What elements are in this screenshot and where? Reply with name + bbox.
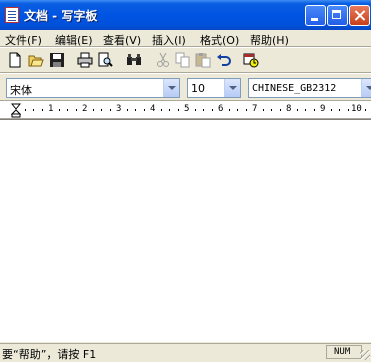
font-name-combo[interactable]: 宋体 [6, 78, 180, 98]
ruler-number: 4 [150, 104, 156, 114]
document-area[interactable] [0, 119, 371, 342]
print-preview-icon[interactable] [96, 51, 114, 69]
toolbar [0, 48, 371, 72]
cut-icon[interactable] [154, 51, 172, 69]
status-bar: 要“帮助”，请按 F1 NUM [0, 343, 371, 361]
print-icon[interactable] [76, 51, 94, 69]
ruler-number: 3 [116, 104, 122, 114]
ruler-tick [237, 109, 238, 111]
ruler-tick [364, 109, 366, 111]
ruler-number: 8 [286, 104, 292, 114]
ruler-tick [67, 109, 68, 111]
ruler-tick [305, 109, 306, 111]
open-folder-icon[interactable] [27, 51, 45, 69]
ruler-tick [58, 109, 60, 111]
ruler-tick [24, 109, 26, 111]
paste-icon[interactable] [194, 51, 212, 69]
ruler-tick [194, 109, 196, 111]
ruler[interactable]: 1 2 3 4 5 6 7 8 9 10 [0, 102, 371, 119]
minimize-button[interactable] [305, 5, 326, 26]
num-lock-panel: NUM [326, 345, 362, 359]
font-size-value: 10 [191, 82, 205, 95]
undo-icon[interactable] [215, 51, 233, 69]
ruler-tick [203, 109, 204, 111]
ruler-tick [75, 109, 77, 111]
ruler-tick [169, 109, 170, 111]
font-size-dropdown-icon[interactable] [224, 79, 240, 97]
ruler-tick [279, 109, 281, 111]
ruler-tick [262, 109, 264, 111]
ruler-tick [126, 109, 128, 111]
ruler-tick [271, 109, 272, 111]
font-name-value: 宋体 [10, 84, 32, 97]
find-icon[interactable] [125, 51, 143, 69]
ruler-number: 6 [218, 104, 224, 114]
indent-marker-icon[interactable] [11, 103, 21, 118]
ruler-tick [177, 109, 179, 111]
ruler-tick [41, 109, 43, 111]
ruler-tick [160, 109, 162, 111]
font-script-value: CHINESE_GB2312 [252, 83, 337, 94]
ruler-number: 1 [48, 104, 54, 114]
ruler-tick [211, 109, 213, 111]
ruler-number: 9 [320, 104, 326, 114]
num-lock-indicator: NUM [334, 347, 351, 357]
ruler-tick [92, 109, 94, 111]
ruler-number: 10 [351, 104, 362, 114]
menu-bar: 文件(F) 编辑(E) 查看(V) 插入(I) 格式(O) 帮助(H) [0, 30, 371, 47]
close-button[interactable] [349, 5, 370, 26]
ruler-number: 5 [184, 104, 190, 114]
save-icon[interactable] [48, 51, 66, 69]
format-bar: 宋体 10 CHINESE_GB2312 [0, 74, 371, 100]
resize-grip-icon[interactable] [360, 350, 370, 360]
ruler-tick [245, 109, 247, 111]
font-size-combo[interactable]: 10 [187, 78, 241, 98]
date-time-icon[interactable] [242, 51, 260, 69]
ruler-tick [228, 109, 230, 111]
ruler-tick [109, 109, 111, 111]
ruler-tick [33, 109, 34, 111]
ruler-tick [313, 109, 315, 111]
ruler-tick [347, 109, 349, 111]
font-name-dropdown-icon[interactable] [163, 79, 179, 97]
ruler-tick [339, 109, 340, 111]
ruler-tick [296, 109, 298, 111]
maximize-button[interactable] [327, 5, 348, 26]
font-script-dropdown-icon[interactable] [361, 79, 371, 97]
wordpad-icon[interactable] [5, 7, 19, 23]
copy-icon[interactable] [174, 51, 192, 69]
ruler-tick [135, 109, 136, 111]
ruler-tick [101, 109, 102, 111]
ruler-tick [143, 109, 145, 111]
window-title: 文档 - 写字板 [24, 9, 98, 23]
ruler-number: 7 [252, 104, 258, 114]
ruler-tick [330, 109, 332, 111]
ruler-number: 2 [82, 104, 88, 114]
font-script-combo[interactable]: CHINESE_GB2312 [248, 78, 371, 98]
title-bar[interactable]: 文档 - 写字板 [0, 0, 371, 30]
new-document-icon[interactable] [6, 51, 24, 69]
